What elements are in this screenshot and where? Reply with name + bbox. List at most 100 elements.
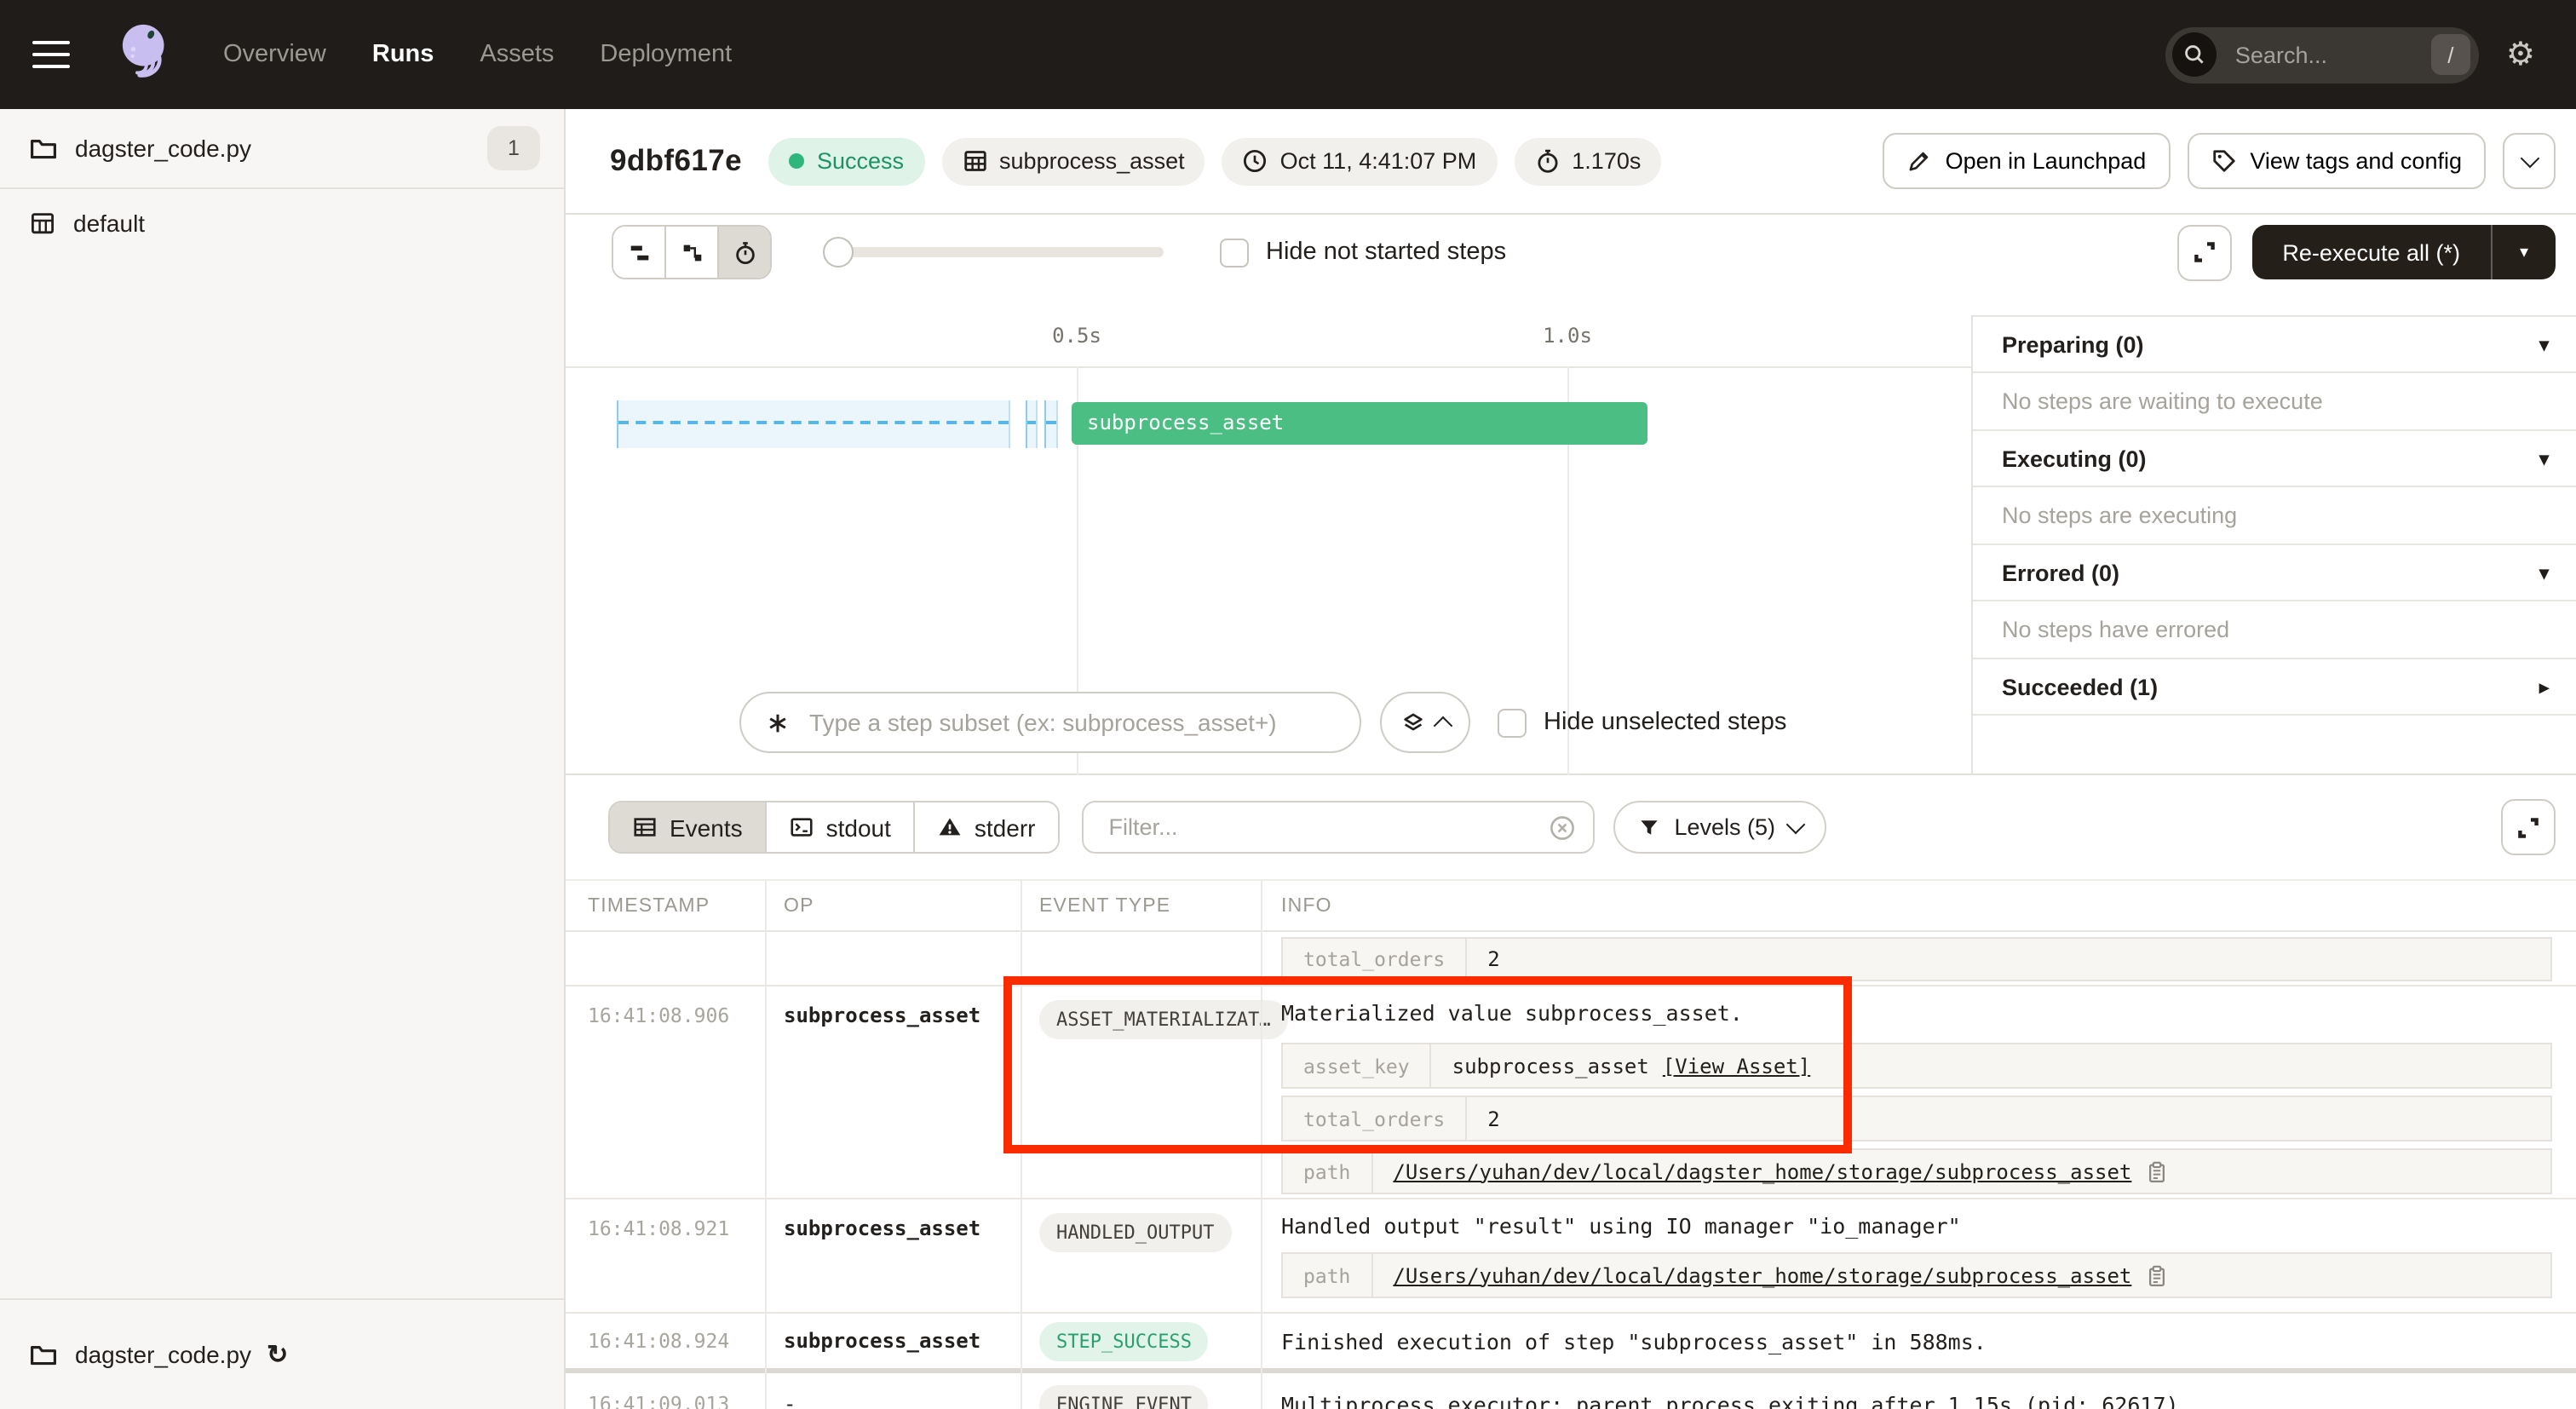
hide-not-started-control: Hide not started steps bbox=[1220, 238, 1506, 267]
step-subset-field[interactable] bbox=[739, 692, 1361, 753]
tab-events[interactable]: Events bbox=[610, 802, 765, 852]
event-timestamp: 16:41:08.906 bbox=[566, 986, 765, 1027]
sidebar-repo-header[interactable]: dagster_code.py 1 bbox=[0, 109, 564, 189]
slider-knob[interactable] bbox=[823, 237, 854, 267]
copy-icon[interactable] bbox=[2145, 1159, 2169, 1183]
reload-icon[interactable]: ↻ bbox=[267, 1342, 288, 1367]
sidebar-footer-repo: dagster_code.py ↻ bbox=[0, 1298, 564, 1409]
log-filter-field[interactable] bbox=[1082, 801, 1595, 854]
op-selector-icon bbox=[765, 710, 791, 735]
caret-down-icon: ▾ bbox=[2539, 333, 2549, 355]
gantt-view-mode bbox=[612, 225, 772, 279]
table-header: TIMESTAMP OP EVENT TYPE INFO bbox=[566, 881, 2576, 932]
layers-icon bbox=[1400, 710, 1426, 735]
success-dot-icon bbox=[790, 153, 805, 169]
slider-track[interactable] bbox=[826, 247, 1164, 257]
panel-section-errored[interactable]: Errored (0) ▾ bbox=[1973, 545, 2576, 601]
table-row: 16:41:08.906 subprocess_asset ASSET_MATE… bbox=[566, 986, 2576, 1199]
run-header-more-button[interactable] bbox=[2503, 133, 2556, 189]
reexecute-dropdown[interactable]: ▾ bbox=[2491, 225, 2556, 279]
path-link[interactable]: /Users/yuhan/dev/local/dagster_home/stor… bbox=[1393, 1263, 2131, 1287]
panel-section-preparing[interactable]: Preparing (0) ▾ bbox=[1973, 317, 2576, 373]
gantt-expand-button[interactable] bbox=[2176, 224, 2231, 280]
view-tags-config-button[interactable]: View tags and config bbox=[2187, 133, 2486, 189]
step-status-panel: Preparing (0) ▾ No steps are waiting to … bbox=[1971, 315, 2576, 775]
caret-right-icon: ▸ bbox=[2539, 676, 2549, 698]
chevron-down-icon bbox=[1786, 815, 1806, 835]
graph-query-toggle[interactable] bbox=[1380, 692, 1470, 753]
sidebar-item-default[interactable]: default bbox=[0, 189, 564, 257]
gear-icon[interactable]: ⚙ bbox=[2506, 38, 2535, 71]
step-subset-input[interactable] bbox=[806, 707, 1336, 738]
hide-unselected-control: Hide unselected steps bbox=[1498, 708, 1786, 737]
table-row: 16:41:08.924 subprocess_asset STEP_SUCCE… bbox=[566, 1314, 2576, 1368]
nav-overview[interactable]: Overview bbox=[223, 41, 326, 68]
tab-stdout[interactable]: stdout bbox=[765, 802, 913, 852]
event-message: Multiprocess executor: parent process ex… bbox=[1281, 1392, 2552, 1409]
panel-section-executing[interactable]: Executing (0) ▾ bbox=[1973, 431, 2576, 487]
column-divider bbox=[1021, 881, 1022, 1409]
tab-stderr[interactable]: stderr bbox=[913, 802, 1058, 852]
folder-icon bbox=[29, 1340, 58, 1369]
log-filter-input[interactable] bbox=[1106, 813, 1549, 842]
main-content: 9dbf617e Success subprocess_asset Oct 11… bbox=[566, 109, 2576, 1409]
clear-filter-icon[interactable] bbox=[1549, 814, 1576, 841]
sidebar-repo-label: dagster_code.py bbox=[75, 135, 251, 162]
caret-down-icon: ▾ bbox=[2539, 447, 2549, 469]
waiting-bar-segment bbox=[1026, 400, 1038, 448]
nav-runs[interactable]: Runs bbox=[372, 41, 434, 68]
hamburger-menu-icon[interactable] bbox=[32, 41, 70, 68]
asset-grid-icon bbox=[962, 148, 987, 174]
app: Overview Runs Assets Deployment / ⚙ dags… bbox=[0, 0, 2576, 1409]
log-tabs: Events stdout stderr bbox=[608, 801, 1060, 854]
primary-nav: Overview Runs Assets Deployment bbox=[223, 41, 732, 68]
zoom-slider[interactable] bbox=[826, 237, 1164, 267]
copy-icon[interactable] bbox=[2145, 1263, 2169, 1287]
event-type-badge: HANDLED_OUTPUT bbox=[1039, 1213, 1231, 1252]
search-shortcut-badge: / bbox=[2431, 34, 2470, 75]
events-expand-button[interactable] bbox=[2501, 799, 2556, 855]
view-timed-icon[interactable] bbox=[717, 227, 770, 278]
open-launchpad-button[interactable]: Open in Launchpad bbox=[1883, 133, 2171, 189]
event-timestamp: 16:41:08.924 bbox=[566, 1314, 765, 1353]
global-search[interactable]: / bbox=[2165, 26, 2479, 83]
view-flat-icon[interactable] bbox=[613, 227, 664, 278]
reexecute-all-button[interactable]: Re-execute all (*) ▾ bbox=[2251, 225, 2556, 279]
event-type-badge: STEP_SUCCESS bbox=[1039, 1322, 1209, 1361]
path-link[interactable]: /Users/yuhan/dev/local/dagster_home/stor… bbox=[1393, 1159, 2131, 1183]
chevron-down-icon bbox=[2520, 149, 2539, 169]
asset-tag[interactable]: subprocess_asset bbox=[941, 137, 1205, 185]
search-input[interactable] bbox=[2232, 40, 2431, 69]
panel-body: No steps are waiting to execute bbox=[1973, 373, 2576, 431]
table-row: 16:41:09.013 - ENGINE_EVENT Multiprocess… bbox=[566, 1373, 2576, 1409]
dagster-logo[interactable] bbox=[114, 20, 175, 89]
gantt-chart: 0.5s 1.0s subprocess_asset bbox=[566, 290, 1971, 775]
status-badge: Success bbox=[769, 137, 924, 185]
top-nav: Overview Runs Assets Deployment / ⚙ bbox=[0, 0, 2576, 109]
axis-tick: 0.5s bbox=[1052, 324, 1101, 348]
event-message: Materialized value subprocess_asset. bbox=[1281, 1000, 2552, 1027]
expand-icon bbox=[2515, 814, 2542, 841]
tag-icon bbox=[2211, 148, 2236, 174]
nav-deployment[interactable]: Deployment bbox=[600, 41, 732, 68]
sidebar: dagster_code.py 1 default dagster_code.p… bbox=[0, 109, 566, 1409]
hide-unselected-checkbox[interactable] bbox=[1498, 708, 1527, 737]
levels-dropdown[interactable]: Levels (5) bbox=[1613, 801, 1827, 854]
search-icon bbox=[2172, 32, 2217, 77]
axis-tick: 1.0s bbox=[1543, 324, 1592, 348]
nav-assets[interactable]: Assets bbox=[480, 41, 554, 68]
run-datetime: Oct 11, 4:41:07 PM bbox=[1222, 137, 1498, 185]
view-asset-link[interactable]: [View Asset] bbox=[1663, 1054, 1810, 1078]
hide-not-started-checkbox[interactable] bbox=[1220, 238, 1249, 267]
gantt-toolbar: Hide not started steps Re-execute all (*… bbox=[566, 215, 2576, 290]
table-row-partial: total_orders 2 bbox=[566, 932, 2576, 986]
expand-icon bbox=[2190, 239, 2217, 266]
view-waterfall-icon[interactable] bbox=[664, 227, 717, 278]
gantt-section: Hide not started steps Re-execute all (*… bbox=[566, 215, 2576, 775]
gantt-step-bar[interactable]: subprocess_asset bbox=[1072, 402, 1647, 445]
event-op: subprocess_asset bbox=[765, 1314, 1021, 1353]
panel-section-succeeded[interactable]: Succeeded (1) ▸ bbox=[1973, 659, 2576, 716]
job-grid-icon bbox=[29, 210, 56, 237]
event-message: Handled output "result" using IO manager… bbox=[1281, 1213, 2552, 1240]
warning-icon bbox=[937, 814, 963, 840]
